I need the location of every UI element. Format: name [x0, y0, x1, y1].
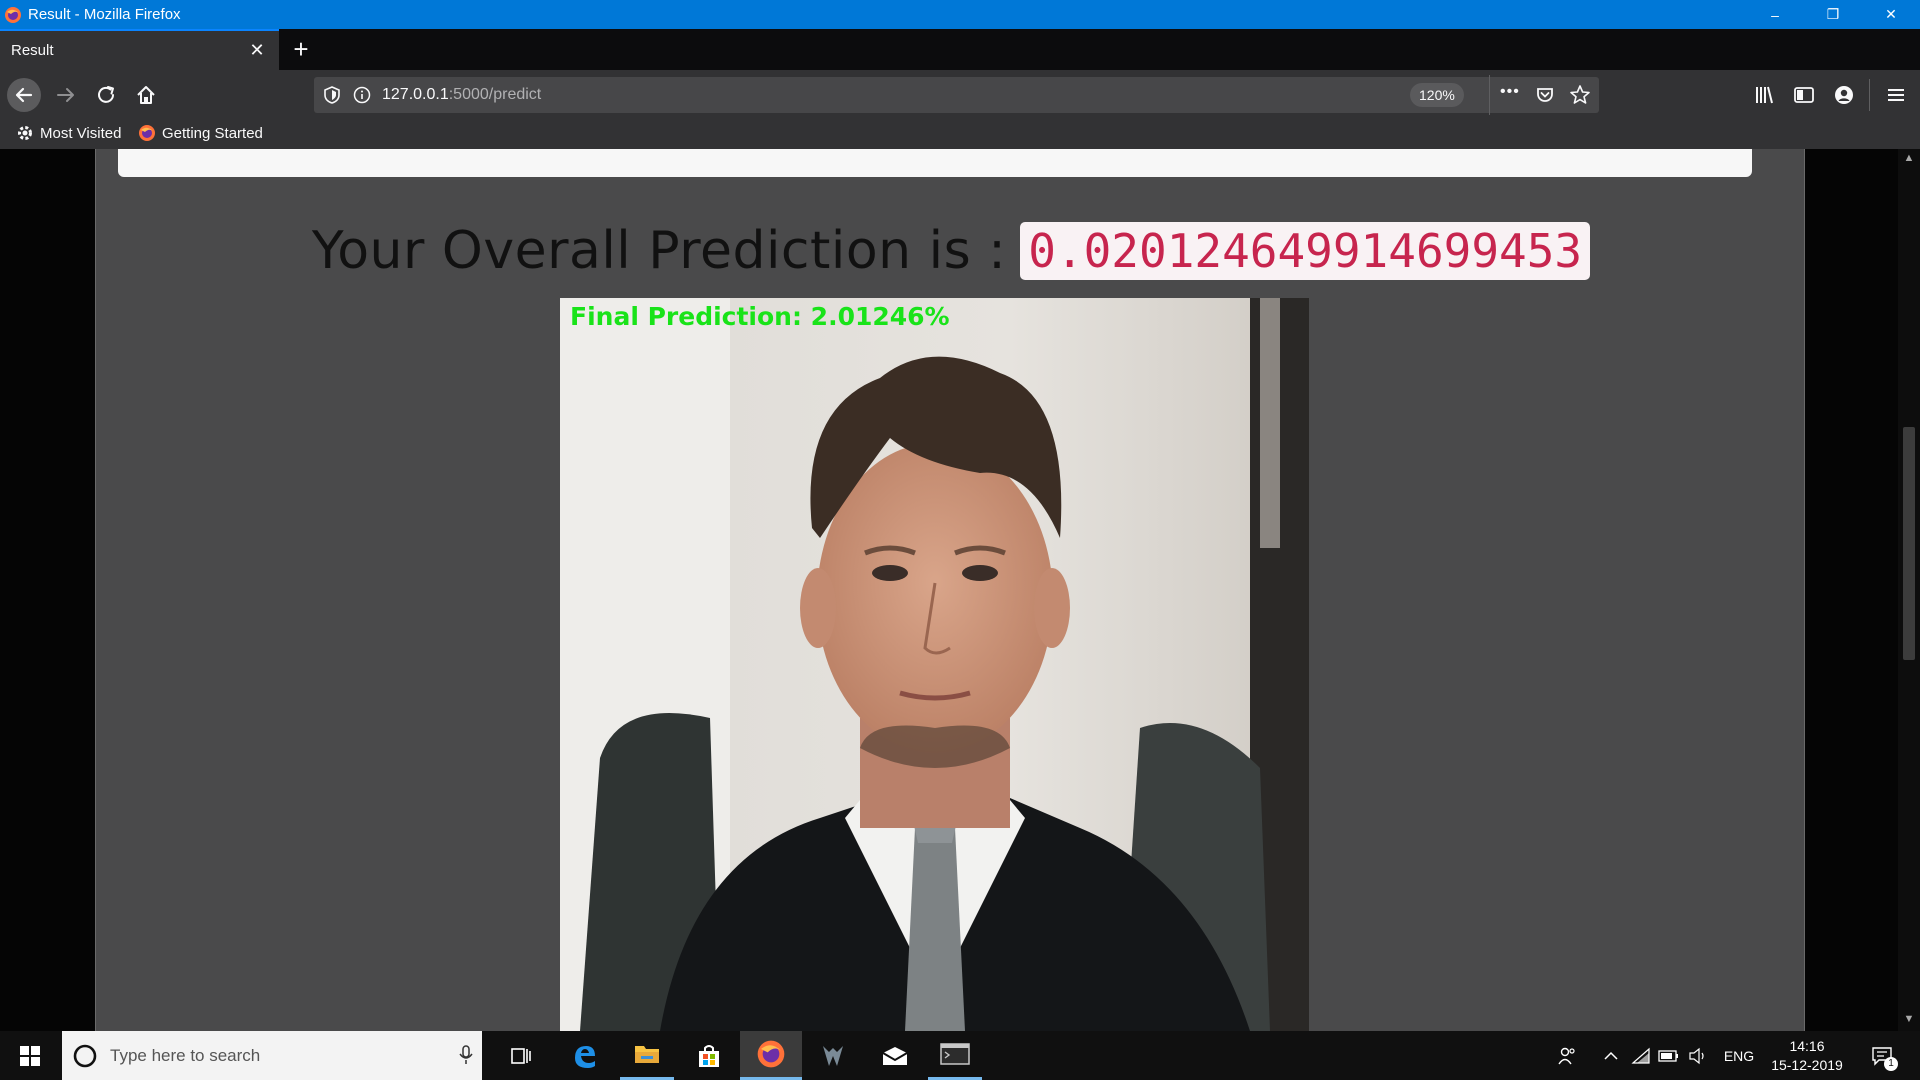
account-icon[interactable]: [1833, 84, 1855, 106]
image-overlay-text: Final Prediction: 2.01246%: [570, 302, 950, 331]
search-placeholder: Type here to search: [110, 1045, 261, 1065]
bookmark-most-visited[interactable]: Most Visited: [16, 124, 121, 142]
hamburger-menu-icon[interactable]: [1885, 84, 1907, 106]
url-path: :5000/predict: [448, 86, 542, 103]
prediction-heading: Your Overall Prediction is : 0.020124649…: [96, 221, 1806, 281]
chevron-up-icon: [1604, 1051, 1618, 1060]
mail-icon: [882, 1046, 908, 1065]
reload-button[interactable]: [89, 78, 123, 112]
task-view-icon: [511, 1047, 531, 1064]
url-divider: [1489, 75, 1490, 115]
firefox-taskbar-button[interactable]: [740, 1031, 802, 1080]
people-button[interactable]: [1552, 1031, 1582, 1080]
bookmark-label: Most Visited: [40, 124, 122, 142]
scrollbar-thumb[interactable]: [1903, 427, 1915, 660]
mail-taskbar-button[interactable]: [868, 1031, 922, 1080]
result-image: Final Prediction: 2.01246%: [560, 298, 1309, 1031]
firefox-icon: [5, 6, 21, 23]
store-taskbar-button[interactable]: [682, 1031, 736, 1080]
close-window-button[interactable]: ✕: [1862, 0, 1920, 29]
store-bag-icon: [699, 1044, 719, 1067]
cortana-icon: [73, 1044, 97, 1067]
page-actions-button[interactable]: •••: [1500, 83, 1520, 101]
network-button[interactable]: [1628, 1031, 1654, 1080]
microphone-icon[interactable]: [457, 1044, 475, 1066]
close-tab-icon[interactable]: ✕: [247, 40, 267, 61]
bookmarks-toolbar: Most Visited Getting Started: [0, 120, 1920, 149]
page-container: Your Overall Prediction is : 0.020124649…: [95, 149, 1805, 1031]
minimize-button[interactable]: –: [1746, 0, 1804, 29]
zoom-level-badge[interactable]: 120%: [1410, 83, 1464, 107]
bookmark-star-icon[interactable]: [1569, 84, 1591, 106]
scroll-down-arrow-icon[interactable]: ▼: [1898, 1013, 1920, 1025]
prediction-label: Your Overall Prediction is :: [311, 221, 1007, 281]
restore-button[interactable]: ❐: [1804, 0, 1862, 29]
scroll-up-arrow-icon[interactable]: ▲: [1898, 152, 1920, 164]
forward-arrow-icon: [57, 88, 74, 102]
windows-logo-icon: [20, 1045, 40, 1066]
prediction-value: 0.020124649914699453: [1020, 222, 1591, 280]
tab-strip: Result ✕ +: [0, 29, 1920, 70]
bookmark-getting-started[interactable]: Getting Started: [138, 124, 263, 142]
reload-icon: [98, 86, 114, 103]
page-viewport: Your Overall Prediction is : 0.020124649…: [0, 149, 1920, 1031]
wifi-icon: [1631, 1047, 1650, 1064]
new-tab-button[interactable]: +: [286, 34, 316, 64]
home-icon: [137, 86, 155, 104]
speaker-icon: [1689, 1047, 1704, 1064]
edge-icon: [575, 1045, 595, 1068]
input-language[interactable]: ENG: [1718, 1031, 1760, 1080]
library-icon[interactable]: [1753, 84, 1775, 106]
window-titlebar: Result - Mozilla Firefox – ❐ ✕: [0, 0, 1920, 29]
start-button[interactable]: [0, 1031, 60, 1080]
toolbar-divider: [1869, 79, 1870, 111]
tracking-shield-icon[interactable]: [322, 85, 342, 105]
action-center-button[interactable]: 1: [1862, 1031, 1902, 1080]
tab-result[interactable]: Result ✕: [0, 29, 279, 70]
file-explorer-taskbar-button[interactable]: [620, 1031, 674, 1080]
gear-icon: [18, 126, 32, 140]
portrait-photo: [560, 298, 1309, 1031]
home-button[interactable]: [129, 78, 163, 112]
back-button[interactable]: [7, 78, 41, 112]
window-title: Result - Mozilla Firefox: [28, 6, 181, 23]
clock-date: 15-12-2019: [1771, 1057, 1843, 1073]
task-view-button[interactable]: [496, 1031, 546, 1080]
notification-count-badge: 1: [1884, 1057, 1898, 1071]
site-info-icon[interactable]: [352, 85, 372, 105]
folder-icon: [635, 1046, 659, 1063]
back-arrow-icon: [7, 78, 41, 112]
vertical-scrollbar[interactable]: ▲ ▼: [1898, 149, 1920, 1031]
url-host: 127.0.0.1: [382, 86, 449, 103]
predator-app-icon: [823, 1045, 843, 1066]
terminal-icon: [940, 1043, 970, 1065]
windows-taskbar: Type here to search ENG 14:16 15-12-2019…: [0, 1031, 1920, 1080]
pocket-icon[interactable]: [1535, 85, 1555, 105]
battery-button[interactable]: [1656, 1031, 1682, 1080]
address-bar[interactable]: 127.0.0.1:5000/predict 120% •••: [314, 75, 1599, 115]
volume-button[interactable]: [1685, 1031, 1711, 1080]
bookmark-label: Getting Started: [162, 124, 263, 142]
terminal-taskbar-button[interactable]: [928, 1031, 982, 1080]
taskbar-clock[interactable]: 14:16 15-12-2019: [1762, 1037, 1852, 1075]
firefox-icon: [757, 1040, 785, 1068]
firefox-icon: [139, 125, 155, 141]
clock-time: 14:16: [1789, 1038, 1825, 1054]
sidebar-icon[interactable]: [1793, 84, 1815, 106]
app-taskbar-button[interactable]: [806, 1031, 860, 1080]
navigation-toolbar: 127.0.0.1:5000/predict 120% •••: [0, 70, 1920, 120]
battery-icon: [1658, 1049, 1678, 1062]
tab-label: Result: [11, 42, 54, 59]
url-text[interactable]: 127.0.0.1:5000/predict: [382, 86, 541, 104]
top-card: [118, 149, 1752, 177]
forward-button[interactable]: [49, 78, 83, 112]
show-hidden-icons-button[interactable]: [1598, 1031, 1624, 1080]
people-icon: [1558, 1047, 1575, 1064]
edge-taskbar-button[interactable]: [558, 1031, 612, 1080]
taskbar-search-box[interactable]: Type here to search: [62, 1031, 482, 1080]
